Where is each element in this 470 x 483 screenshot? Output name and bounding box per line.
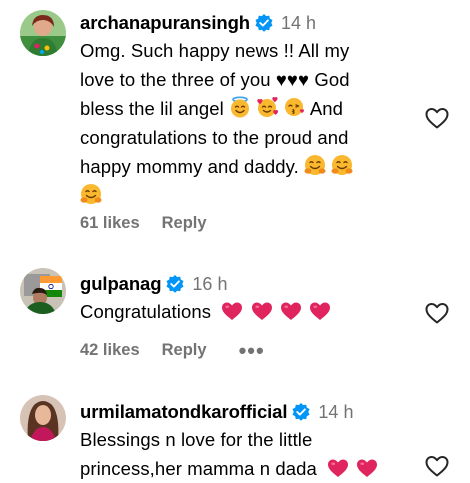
- avatar[interactable]: [20, 10, 66, 56]
- comment-line-text: happy mommy and daddy.: [80, 156, 299, 177]
- avatar-image: [20, 10, 66, 56]
- comment-line: happy mommy and daddy.: [80, 152, 410, 181]
- like-comment-heart-icon[interactable]: [425, 107, 449, 129]
- reply-button[interactable]: Reply: [162, 341, 207, 360]
- hugging-face-emoji: [80, 183, 102, 205]
- more-options-icon[interactable]: •••: [239, 339, 265, 361]
- verified-badge-icon: [166, 275, 185, 293]
- comment-line-text: bless the lil angel: [80, 98, 224, 119]
- comment-line-text: And: [309, 98, 344, 119]
- comment-line: Congratulations: [80, 297, 410, 326]
- comment-line: love to the three of you ♥♥♥ God: [80, 69, 350, 90]
- avatar[interactable]: [20, 268, 66, 314]
- red-heart-emoji: [280, 302, 301, 320]
- hugging-face-emoji: [331, 154, 354, 176]
- comment-line-text: Congratulations: [80, 301, 212, 322]
- red-heart-emoji: [357, 459, 378, 477]
- likes-count[interactable]: 42 likes: [80, 341, 140, 360]
- verified-badge-icon: [254, 14, 273, 32]
- username[interactable]: urmilamatondkarofficial: [80, 401, 288, 423]
- timestamp[interactable]: 14 h: [318, 402, 353, 423]
- avatar[interactable]: [20, 395, 66, 441]
- avatar-image: [20, 395, 66, 441]
- comment-header: archanapuransingh 14 h: [80, 12, 316, 34]
- comment-2: gulpanag 16 h Congratulations 42 likes R…: [0, 260, 470, 370]
- comment-text: Congratulations: [80, 297, 410, 326]
- comment-header: gulpanag 16 h: [80, 273, 227, 295]
- comment-1: archanapuransingh 14 h Omg. Such happy n…: [0, 0, 470, 250]
- comment-actions: 61 likes Reply: [80, 214, 207, 233]
- red-heart-emoji: [251, 302, 272, 320]
- comment-line: congratulations to the proud and: [80, 127, 349, 148]
- avatar-image: [20, 268, 66, 314]
- like-comment-heart-icon[interactable]: [425, 302, 449, 324]
- comment-line: princess,her mamma n dada: [80, 454, 410, 483]
- reply-button[interactable]: Reply: [162, 214, 207, 233]
- like-comment-heart-icon[interactable]: [425, 455, 449, 477]
- comment-line-text: princess,her mamma n dada: [80, 458, 317, 479]
- comment-text: Omg. Such happy news !! All my love to t…: [80, 36, 410, 210]
- comment-line: bless the lil angel And: [80, 94, 410, 123]
- smiling-face-with-halo-emoji: [230, 96, 250, 118]
- likes-count[interactable]: 61 likes: [80, 214, 140, 233]
- face-blowing-kiss-emoji: [283, 97, 305, 117]
- red-heart-emoji: [310, 302, 331, 320]
- comment-text: Blessings n love for the little princess…: [80, 425, 410, 483]
- verified-badge-icon: [292, 403, 311, 421]
- timestamp[interactable]: 16 h: [192, 274, 227, 295]
- timestamp[interactable]: 14 h: [281, 13, 316, 34]
- comment-3: urmilamatondkarofficial 14 h Blessings n…: [0, 385, 470, 479]
- hugging-face-emoji: [304, 154, 327, 176]
- username[interactable]: archanapuransingh: [80, 12, 250, 34]
- comment-line: Blessings n love for the little: [80, 429, 313, 450]
- comment-actions: 42 likes Reply •••: [80, 339, 265, 361]
- red-heart-emoji: [328, 459, 349, 477]
- username[interactable]: gulpanag: [80, 273, 162, 295]
- comment-header: urmilamatondkarofficial 14 h: [80, 401, 353, 423]
- smiling-face-with-hearts-emoji: [256, 96, 279, 118]
- comment-line: [80, 181, 410, 210]
- comment-line: Omg. Such happy news !! All my: [80, 40, 350, 61]
- red-heart-emoji: [222, 302, 243, 320]
